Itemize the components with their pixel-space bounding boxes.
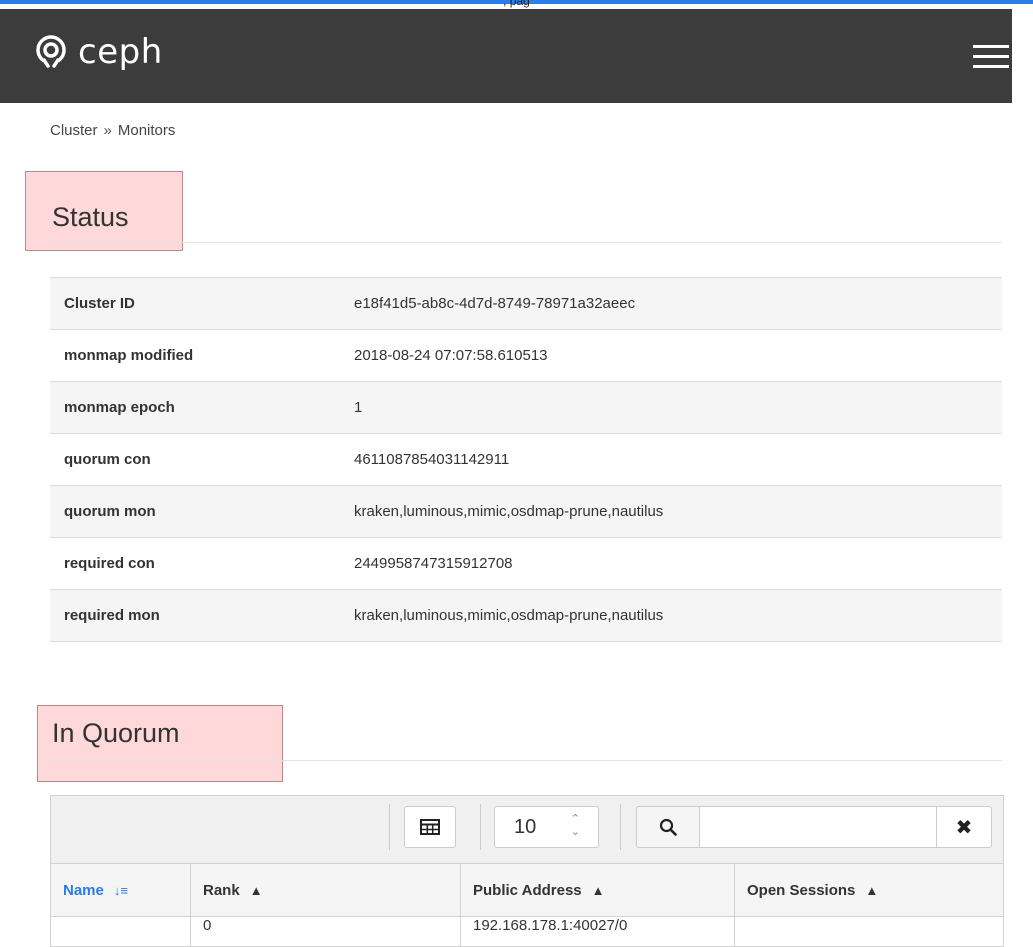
in-quorum-table: 10 ⌃ ⌄ ✖ Name ↓≡ Rank ▲︎ Public Address … (50, 795, 1004, 947)
status-key: monmap epoch (50, 381, 354, 434)
status-value: 4611087854031142911 (354, 433, 1002, 486)
status-key: Cluster ID (50, 277, 354, 330)
menu-toggle-button[interactable] (973, 45, 1009, 69)
column-label: Name (63, 881, 104, 899)
in-quorum-title: In Quorum (52, 718, 180, 748)
column-label: Rank (203, 881, 240, 899)
status-value: kraken,luminous,mimic,osdmap-prune,nauti… (354, 485, 1002, 538)
status-key: required mon (50, 589, 354, 642)
status-title: Status (52, 202, 129, 232)
column-label: Open Sessions (747, 881, 856, 899)
breadcrumb: Cluster » Monitors (50, 122, 175, 139)
breadcrumb-cluster-link[interactable]: Cluster (50, 122, 98, 139)
column-label: Public Address (473, 881, 582, 899)
status-key: quorum con (50, 433, 354, 486)
status-key: quorum mon (50, 485, 354, 538)
table-header: Name ↓≡ Rank ▲︎ Public Address ▲︎ Open S… (51, 864, 1003, 917)
chevron-down-icon: ⌄ (570, 826, 580, 838)
toolbar-divider (620, 804, 621, 850)
toolbar-divider (480, 804, 481, 850)
search-icon (659, 818, 677, 836)
status-value: 2018-08-24 07:07:58.610513 (354, 329, 1002, 382)
column-header-rank[interactable]: Rank ▲︎ (191, 864, 461, 916)
status-key: required con (50, 537, 354, 590)
search-addon (636, 806, 700, 848)
sort-ascending-icon: ↓≡ (113, 882, 128, 898)
status-row: required mon kraken,luminous,mimic,osdmap… (50, 589, 1002, 642)
status-value: kraken,luminous,mimic,osdmap-prune,nauti… (354, 589, 1002, 642)
table-toolbar: 10 ⌃ ⌄ ✖ (51, 796, 1003, 864)
column-toggle-button[interactable] (404, 806, 456, 848)
clear-search-button[interactable]: ✖ (936, 806, 992, 848)
ceph-logo-icon (36, 35, 66, 70)
window-title: , pag (503, 0, 530, 8)
hamburger-icon (973, 45, 1009, 48)
status-row: quorum con 4611087854031142911 (50, 433, 1002, 486)
status-row: required con 2449958747315912708 (50, 537, 1002, 590)
status-row: quorum mon kraken,luminous,mimic,osdmap-p… (50, 485, 1002, 538)
cell-open-sessions (735, 917, 1003, 947)
top-navbar: ceph (0, 9, 1012, 103)
status-divider (50, 242, 1002, 243)
table-columns-icon (420, 819, 440, 835)
sort-icon: ▲︎ (865, 882, 879, 898)
table-row[interactable]: 0 192.168.178.1:40027/0 (51, 917, 1003, 947)
column-header-open-sessions[interactable]: Open Sessions ▲︎ (735, 864, 1003, 916)
toolbar-divider (389, 804, 390, 850)
breadcrumb-current: Monitors (117, 122, 176, 139)
page-size-input[interactable]: 10 ⌃ ⌄ (494, 806, 599, 848)
in-quorum-divider (50, 760, 1002, 761)
cell-rank: 0 (191, 917, 461, 947)
search-group: ✖ (636, 806, 992, 848)
status-value: 2449958747315912708 (354, 537, 1002, 590)
status-value: e18f41d5-ab8c-4d7d-8749-78971a32aeec (354, 277, 1002, 330)
status-row: Cluster ID e18f41d5-ab8c-4d7d-8749-78971a… (50, 277, 1002, 330)
column-header-name[interactable]: Name ↓≡ (51, 864, 191, 916)
status-key: monmap modified (50, 329, 354, 382)
status-row: monmap modified 2018-08-24 07:07:58.61051… (50, 329, 1002, 382)
sort-icon: ▲︎ (591, 882, 605, 898)
breadcrumb-separator: » (103, 122, 112, 139)
page-size-stepper[interactable]: ⌃ ⌄ (571, 813, 580, 839)
cell-public-address: 192.168.178.1:40027/0 (461, 917, 735, 947)
status-row: monmap epoch 1 (50, 381, 1002, 434)
close-icon: ✖ (955, 816, 973, 839)
brand-name: ceph (78, 32, 163, 72)
column-header-public-address[interactable]: Public Address ▲︎ (461, 864, 735, 916)
status-value: 1 (354, 381, 1002, 434)
cell-name (51, 917, 191, 947)
sort-icon: ▲︎ (249, 882, 263, 898)
chevron-up-icon: ⌃ (570, 813, 580, 825)
brand-logo[interactable]: ceph (33, 34, 163, 70)
page-size-value: 10 (514, 815, 537, 838)
status-table: Cluster ID e18f41d5-ab8c-4d7d-8749-78971a… (50, 277, 1002, 642)
search-input[interactable] (700, 806, 936, 848)
